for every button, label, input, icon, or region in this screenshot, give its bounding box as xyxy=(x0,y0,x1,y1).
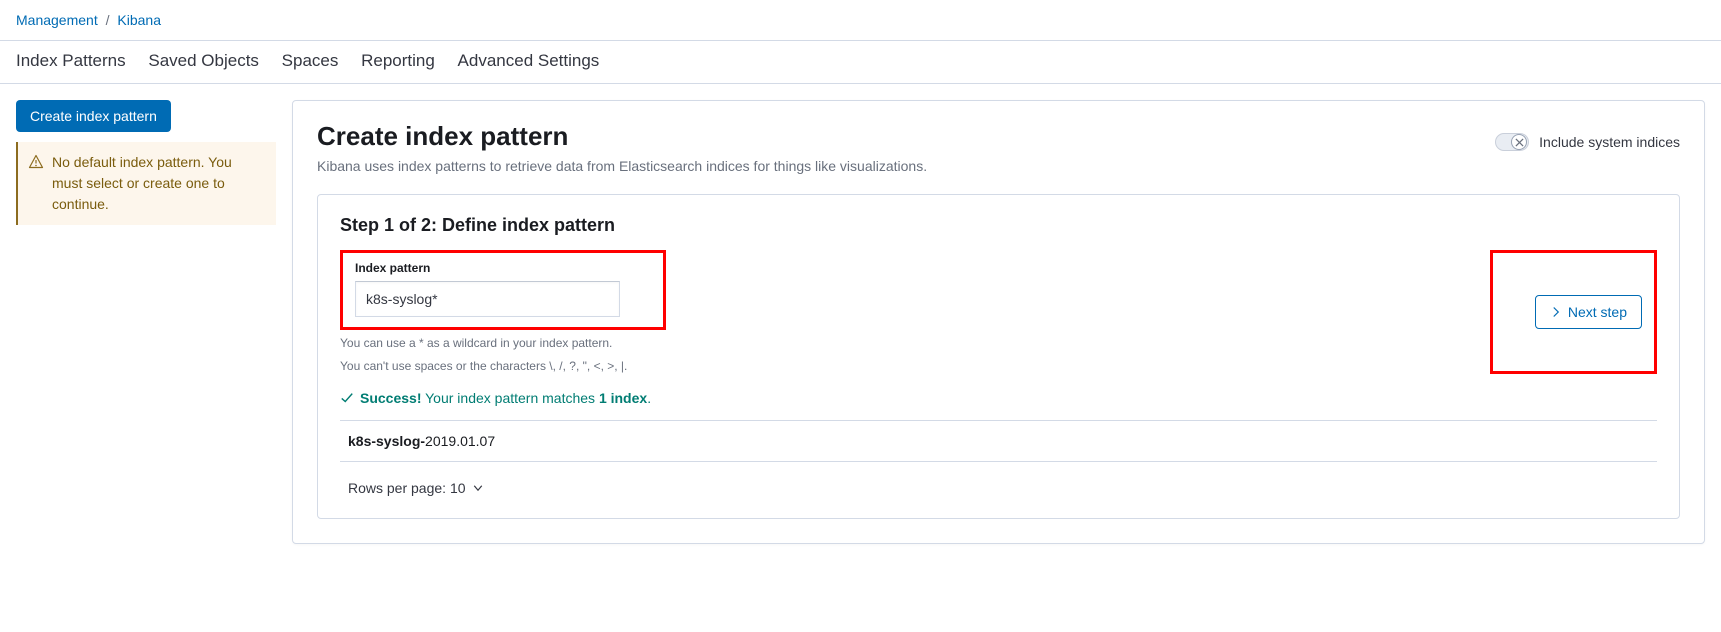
warning-icon xyxy=(28,154,44,170)
create-index-pattern-button[interactable]: Create index pattern xyxy=(16,100,171,132)
close-icon xyxy=(1511,134,1527,150)
next-step-highlight: Next step xyxy=(1490,250,1657,374)
system-indices-label: Include system indices xyxy=(1539,134,1680,150)
breadcrumb-separator: / xyxy=(106,12,110,28)
index-name-rest: 2019.01.07 xyxy=(425,433,495,449)
table-row: k8s-syslog-2019.01.07 xyxy=(340,420,1657,462)
index-pattern-highlight: Index pattern xyxy=(340,250,666,330)
rows-per-page-label: Rows per page: 10 xyxy=(348,480,466,496)
tab-advanced-settings[interactable]: Advanced Settings xyxy=(458,51,600,71)
no-default-callout: No default index pattern. You must selec… xyxy=(16,142,276,225)
sidebar: Create index pattern No default index pa… xyxy=(16,100,276,225)
page-title: Create index pattern xyxy=(317,121,927,152)
callout-text: No default index pattern. You must selec… xyxy=(52,152,264,215)
success-mid: Your index pattern matches xyxy=(425,390,595,406)
help-text-chars: You can't use spaces or the characters \… xyxy=(340,357,666,376)
index-name-bold: k8s-syslog- xyxy=(348,433,425,449)
help-text-wildcard: You can use a * as a wildcard in your in… xyxy=(340,334,666,353)
breadcrumb: Management / Kibana xyxy=(0,0,1721,41)
next-step-label: Next step xyxy=(1568,304,1627,320)
tab-reporting[interactable]: Reporting xyxy=(361,51,435,71)
success-prefix: Success! xyxy=(360,390,421,406)
tab-saved-objects[interactable]: Saved Objects xyxy=(148,51,259,71)
check-icon xyxy=(340,391,354,405)
step-title: Step 1 of 2: Define index pattern xyxy=(340,215,1657,236)
page-subtitle: Kibana uses index patterns to retrieve d… xyxy=(317,158,927,174)
system-indices-switch[interactable] xyxy=(1495,133,1529,151)
chevron-right-icon xyxy=(1550,306,1562,318)
next-step-button[interactable]: Next step xyxy=(1535,295,1642,329)
step-panel: Step 1 of 2: Define index pattern Index … xyxy=(317,194,1680,519)
success-message: Success! Your index pattern matches 1 in… xyxy=(340,390,666,406)
chevron-down-icon xyxy=(472,482,484,494)
tabs-bar: Index Patterns Saved Objects Spaces Repo… xyxy=(0,41,1721,84)
breadcrumb-current[interactable]: Kibana xyxy=(117,12,161,28)
rows-per-page[interactable]: Rows per page: 10 xyxy=(340,480,484,496)
tab-spaces[interactable]: Spaces xyxy=(282,51,339,71)
success-count: 1 index xyxy=(599,390,647,406)
main-panel: Create index pattern Kibana uses index p… xyxy=(292,100,1705,544)
tab-index-patterns[interactable]: Index Patterns xyxy=(16,51,126,71)
breadcrumb-root[interactable]: Management xyxy=(16,12,98,28)
index-pattern-label: Index pattern xyxy=(355,261,651,275)
include-system-indices: Include system indices xyxy=(1495,133,1680,151)
index-pattern-input[interactable] xyxy=(355,281,620,317)
